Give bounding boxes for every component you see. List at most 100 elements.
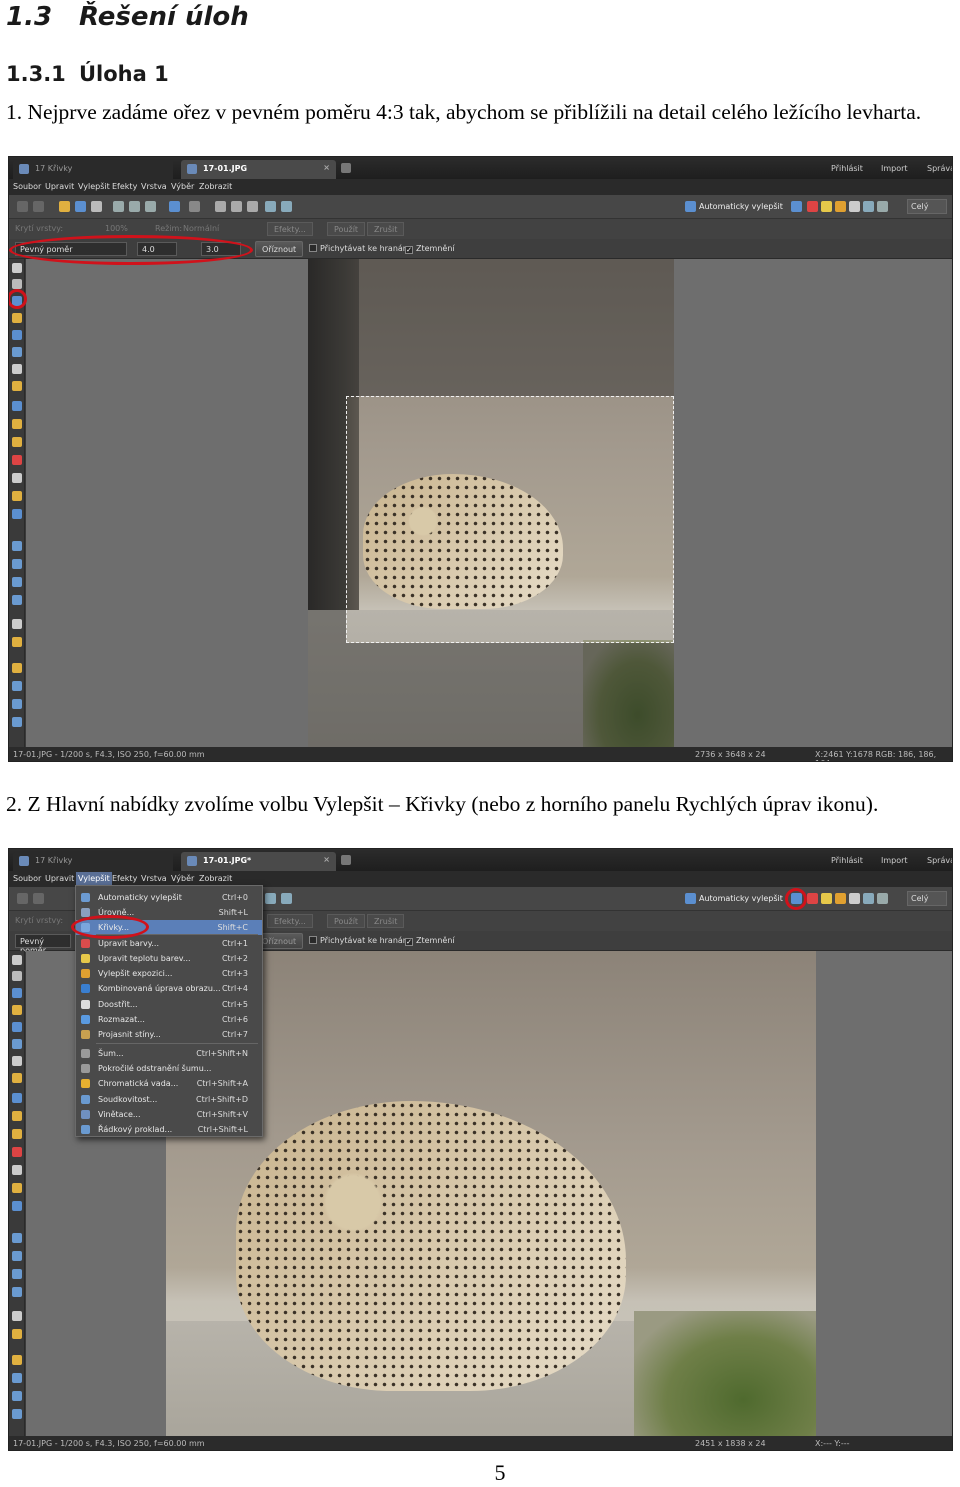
zoom-tool-icon[interactable] [12, 955, 22, 965]
open-icon[interactable] [59, 201, 70, 212]
dodge-tool-icon[interactable] [12, 1129, 22, 1139]
view-icon[interactable] [265, 201, 276, 212]
brush-tool-icon[interactable] [12, 381, 22, 391]
print-icon[interactable] [91, 201, 102, 212]
menu-vrstva[interactable]: Vrstva [141, 182, 167, 191]
enhance-menu-item[interactable]: Šum... Ctrl+Shift+N [76, 1046, 262, 1061]
camera-icon[interactable] [877, 201, 888, 212]
hand-tool-icon[interactable] [12, 971, 22, 981]
new-tab-icon[interactable] [341, 855, 351, 865]
pencil-tool-icon[interactable] [12, 491, 22, 501]
shape-tool-icon[interactable] [12, 1355, 22, 1365]
enhance-menu-item[interactable]: Doostřit... Ctrl+5 [76, 997, 262, 1012]
manage-link[interactable]: Správa [927, 164, 952, 173]
manage-link[interactable]: Správa [927, 856, 952, 865]
paste-new-icon[interactable] [145, 201, 156, 212]
menu-vrstva[interactable]: Vrstva [141, 874, 167, 883]
stamp-tool-icon[interactable] [12, 419, 22, 429]
close-icon[interactable]: × [323, 855, 330, 864]
sharpen-icon[interactable] [849, 201, 860, 212]
redeye-tool-icon[interactable] [12, 1039, 22, 1049]
magic-select-tool-icon[interactable] [12, 1287, 22, 1297]
sharpen-icon[interactable] [849, 893, 860, 904]
menu-efekty[interactable]: Efekty [112, 874, 137, 883]
camera-icon[interactable] [877, 893, 888, 904]
select-ellipse-tool-icon[interactable] [12, 559, 22, 569]
line-tool-icon[interactable] [12, 637, 22, 647]
apply-button[interactable]: Použít [327, 914, 366, 928]
enhance-menu-item[interactable]: Soudkovitost... Ctrl+Shift+D [76, 1092, 262, 1107]
auto-enhance-label[interactable]: Automaticky vylepšit [699, 894, 783, 903]
crop-ratio-select[interactable]: Pevný poměr [15, 934, 71, 955]
flip-icon[interactable] [247, 201, 258, 212]
mesh-tool-icon[interactable] [12, 1391, 22, 1401]
magic-select-tool-icon[interactable] [12, 595, 22, 605]
paste-icon[interactable] [129, 201, 140, 212]
auto-enhance-icon[interactable] [685, 893, 696, 904]
eye-tool-icon[interactable] [12, 401, 22, 411]
darken-checkbox[interactable]: ✓ Ztemnění [405, 244, 455, 254]
enhance-menu-item[interactable]: Pokročilé odstranění šumu... [76, 1061, 262, 1076]
signin-link[interactable]: Přihlásit [831, 856, 863, 865]
image-canvas[interactable] [26, 259, 952, 747]
close-icon[interactable]: × [323, 163, 330, 172]
enhance-menu-item[interactable]: Vylepšit expozici... Ctrl+3 [76, 966, 262, 981]
menu-upravit[interactable]: Upravit [45, 182, 74, 191]
enhance-menu-item[interactable]: Vinětace... Ctrl+Shift+V [76, 1107, 262, 1122]
lasso-tool-icon[interactable] [12, 577, 22, 587]
enhance-menu-item[interactable]: Chromatická vada... Ctrl+Shift+A [76, 1076, 262, 1091]
crop-rectangle[interactable] [346, 396, 674, 643]
select-ellipse-tool-icon[interactable] [12, 1251, 22, 1261]
save-icon[interactable] [75, 201, 86, 212]
stamp-tool-icon[interactable] [12, 1111, 22, 1121]
menu-efekty[interactable]: Efekty [112, 182, 137, 191]
select-rect-tool-icon[interactable] [12, 541, 22, 551]
import-link[interactable]: Import [881, 856, 908, 865]
back-icon[interactable] [17, 201, 28, 212]
auto-enhance-label[interactable]: Automaticky vylepšit [699, 202, 783, 211]
color-adjust-icon[interactable] [807, 893, 818, 904]
move-tool-icon[interactable] [12, 681, 22, 691]
wand-tool-icon[interactable] [12, 1147, 22, 1157]
enhance-menu-item[interactable]: Kombinovaná úprava obrazu... Ctrl+4 [76, 981, 262, 996]
straighten-tool-icon[interactable] [12, 313, 22, 323]
eye-tool-icon[interactable] [12, 1093, 22, 1103]
menu-vylepsit[interactable]: Vylepšit [76, 872, 112, 886]
effects-button[interactable]: Efekty... [267, 914, 313, 928]
resize-icon[interactable] [231, 201, 242, 212]
fill-tool-icon[interactable] [12, 1201, 22, 1211]
wand-tool-icon[interactable] [12, 455, 22, 465]
mesh-tool-icon[interactable] [12, 699, 22, 709]
redo-icon[interactable] [189, 201, 200, 212]
forward-icon[interactable] [33, 893, 44, 904]
clone-tool-icon[interactable] [12, 717, 22, 727]
cancel-button[interactable]: Zrušit [367, 222, 405, 236]
fill-tool-icon[interactable] [12, 509, 22, 519]
text-tool-icon[interactable] [12, 330, 22, 340]
hand-tool-icon[interactable] [12, 279, 22, 289]
enhance-menu-item[interactable]: Projasnit stíny... Ctrl+7 [76, 1027, 262, 1042]
enhance-menu-item[interactable]: Rozmazat... Ctrl+6 [76, 1012, 262, 1027]
dodge-tool-icon[interactable] [12, 437, 22, 447]
curves-quick-icon[interactable] [791, 201, 802, 212]
rotate-icon[interactable] [215, 201, 226, 212]
eraser-tool-icon[interactable] [12, 1165, 22, 1175]
text-tool-icon[interactable] [12, 1022, 22, 1032]
menu-vyber[interactable]: Výběr [171, 874, 194, 883]
undo-icon[interactable] [169, 201, 180, 212]
batch-icon[interactable] [863, 893, 874, 904]
fullscreen-icon[interactable] [281, 201, 292, 212]
snap-checkbox[interactable]: Přichytávat ke hranám [309, 936, 411, 945]
effects-button[interactable]: Efekty... [267, 222, 313, 236]
tab-active-image[interactable]: 17-01.JPG × [181, 160, 336, 179]
tab-krivky[interactable]: 17 Křivky [13, 160, 173, 179]
darken-checkbox[interactable]: ✓ Ztemnění [405, 936, 455, 946]
menu-soubor[interactable]: Soubor [13, 874, 41, 883]
menu-upravit[interactable]: Upravit [45, 874, 74, 883]
apply-button[interactable]: Použít [327, 222, 366, 236]
import-link[interactable]: Import [881, 164, 908, 173]
fullscreen-icon[interactable] [281, 893, 292, 904]
menu-zobrazit[interactable]: Zobrazit [199, 182, 232, 191]
lasso-tool-icon[interactable] [12, 1269, 22, 1279]
straighten-tool-icon[interactable] [12, 1005, 22, 1015]
